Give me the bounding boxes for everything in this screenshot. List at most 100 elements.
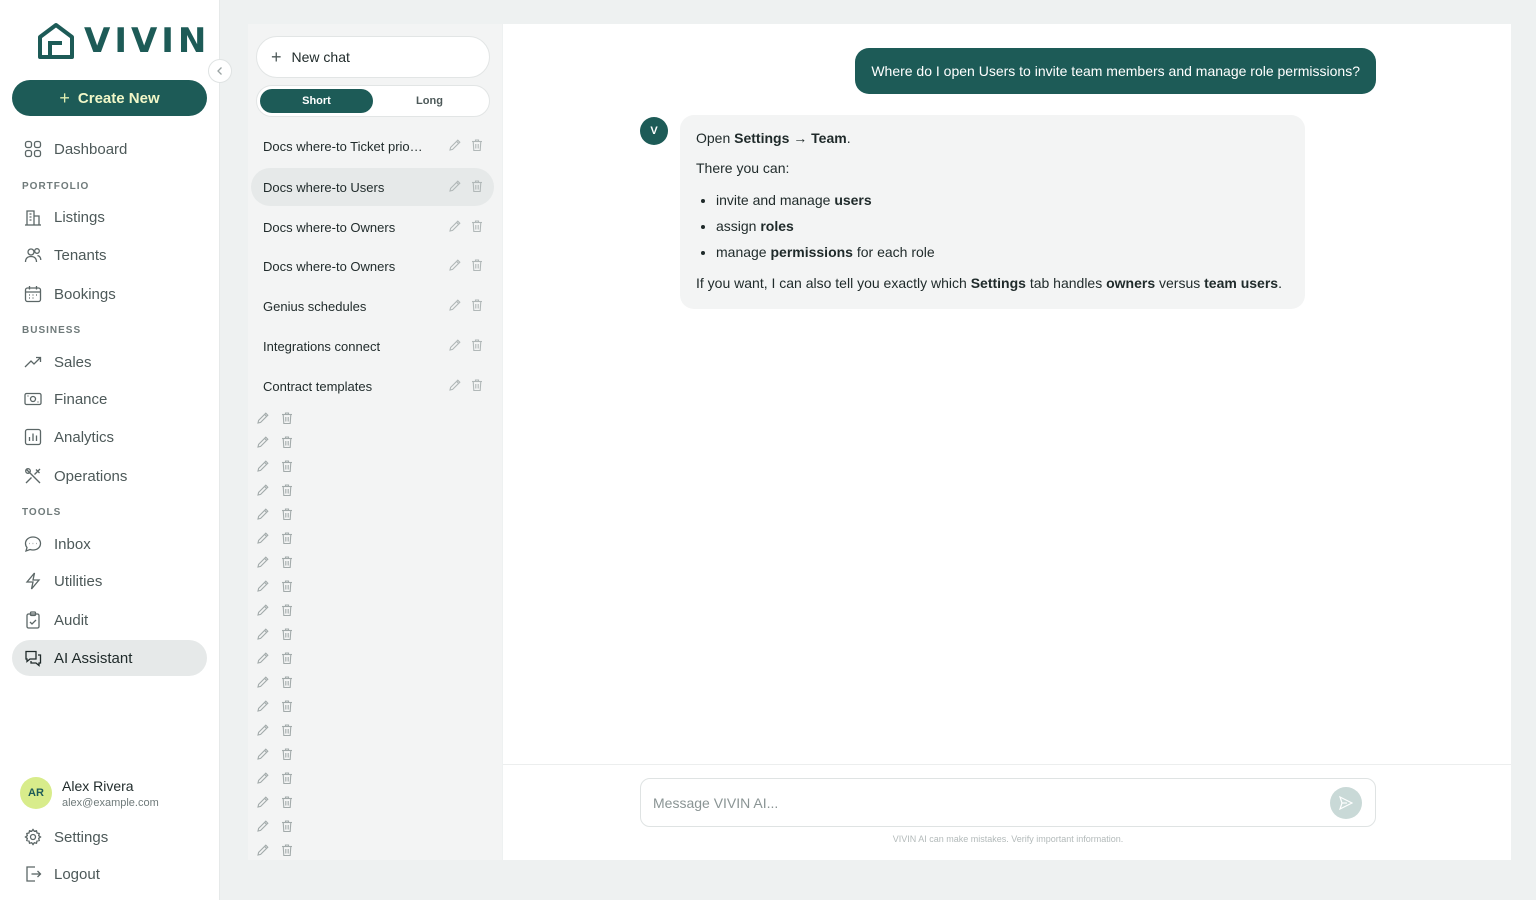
untitled-chat-actions xyxy=(256,411,294,425)
edit-icon[interactable] xyxy=(256,675,270,689)
chat-history-item[interactable]: Contract templates xyxy=(251,367,494,405)
message-input[interactable] xyxy=(653,794,1330,811)
sidebar-item-audit[interactable]: Audit xyxy=(12,602,207,638)
chat-item-actions xyxy=(448,378,484,392)
untitled-chat-actions xyxy=(256,507,294,521)
sidebar-item-sales[interactable]: Sales xyxy=(12,344,207,380)
new-chat-button[interactable]: + New chat xyxy=(256,36,490,78)
edit-icon[interactable] xyxy=(448,179,462,193)
edit-icon[interactable] xyxy=(256,747,270,761)
trash-icon[interactable] xyxy=(280,723,294,737)
untitled-chat-actions xyxy=(256,675,294,689)
collapse-sidebar-button[interactable] xyxy=(208,59,232,83)
edit-icon[interactable] xyxy=(256,555,270,569)
untitled-chat-actions xyxy=(256,555,294,569)
trash-icon[interactable] xyxy=(280,459,294,473)
sidebar-item-tenants[interactable]: Tenants xyxy=(12,237,207,273)
chat-history-item[interactable]: Docs where-to Users xyxy=(251,168,494,206)
trash-icon[interactable] xyxy=(470,378,484,392)
trash-icon[interactable] xyxy=(280,675,294,689)
edit-icon[interactable] xyxy=(256,531,270,545)
edit-icon[interactable] xyxy=(256,627,270,641)
trash-icon[interactable] xyxy=(280,771,294,785)
untitled-chat-actions xyxy=(256,483,294,497)
edit-icon[interactable] xyxy=(448,219,462,233)
edit-icon[interactable] xyxy=(256,579,270,593)
trash-icon[interactable] xyxy=(280,579,294,593)
edit-icon[interactable] xyxy=(256,411,270,425)
edit-icon[interactable] xyxy=(256,699,270,713)
trash-icon[interactable] xyxy=(280,555,294,569)
trash-icon[interactable] xyxy=(280,795,294,809)
sidebar-item-utilities[interactable]: Utilities xyxy=(12,563,207,599)
trash-icon[interactable] xyxy=(280,699,294,713)
edit-icon[interactable] xyxy=(256,459,270,473)
sidebar-item-analytics[interactable]: Analytics xyxy=(12,419,207,455)
chat-history-item[interactable]: Docs where-to Owners xyxy=(251,208,494,246)
create-new-button[interactable]: + Create New xyxy=(12,80,207,116)
trash-icon[interactable] xyxy=(470,258,484,272)
toggle-short[interactable]: Short xyxy=(260,89,373,113)
untitled-chat-actions xyxy=(256,699,294,713)
edit-icon[interactable] xyxy=(256,603,270,617)
trash-icon[interactable] xyxy=(280,843,294,857)
edit-icon[interactable] xyxy=(448,378,462,392)
trash-icon[interactable] xyxy=(280,435,294,449)
trash-icon[interactable] xyxy=(280,411,294,425)
edit-icon[interactable] xyxy=(256,723,270,737)
sidebar-item-operations[interactable]: Operations xyxy=(12,458,207,494)
edit-icon[interactable] xyxy=(256,483,270,497)
trash-icon[interactable] xyxy=(280,603,294,617)
chat-history-title: Docs where-to Owners xyxy=(263,258,396,274)
trash-icon[interactable] xyxy=(470,338,484,352)
trash-icon[interactable] xyxy=(280,627,294,641)
edit-icon[interactable] xyxy=(256,435,270,449)
user-profile[interactable]: AR Alex Rivera alex@example.com xyxy=(20,777,159,809)
trash-icon[interactable] xyxy=(280,483,294,497)
edit-icon[interactable] xyxy=(448,298,462,312)
trash-icon[interactable] xyxy=(280,747,294,761)
trash-icon[interactable] xyxy=(280,531,294,545)
building-icon xyxy=(25,210,41,226)
sidebar-item-label: Analytics xyxy=(54,428,115,446)
sidebar-item-ai-assistant[interactable]: AI Assistant xyxy=(12,640,207,676)
grid-icon xyxy=(24,140,42,158)
trash-icon[interactable] xyxy=(470,298,484,312)
trash-icon[interactable] xyxy=(280,507,294,521)
sidebar-item-logout[interactable]: Logout xyxy=(12,856,207,892)
sidebar-item-dashboard[interactable]: Dashboard xyxy=(12,131,207,167)
chevron-left-icon xyxy=(217,67,222,75)
trash-icon[interactable] xyxy=(470,138,484,152)
sidebar-item-inbox[interactable]: Inbox xyxy=(12,526,207,562)
send-icon xyxy=(1339,795,1353,810)
edit-icon[interactable] xyxy=(448,138,462,152)
chat-panel: Where do I open Users to invite team mem… xyxy=(503,24,1511,860)
chat-history-item[interactable]: Docs where-to Ticket prio… xyxy=(251,127,494,165)
edit-icon[interactable] xyxy=(256,843,270,857)
edit-icon[interactable] xyxy=(448,258,462,272)
sidebar-item-finance[interactable]: Finance xyxy=(12,381,207,417)
chat-history-item[interactable]: Docs where-to Owners xyxy=(251,247,494,285)
toggle-long[interactable]: Long xyxy=(373,89,486,113)
edit-icon[interactable] xyxy=(448,338,462,352)
sidebar-item-label: Settings xyxy=(54,828,109,846)
edit-icon[interactable] xyxy=(256,507,270,521)
user-name: Alex Rivera xyxy=(62,777,134,794)
edit-icon[interactable] xyxy=(256,771,270,785)
sidebar-item-bookings[interactable]: Bookings xyxy=(12,276,207,312)
untitled-chat-actions xyxy=(256,747,294,761)
edit-icon[interactable] xyxy=(256,651,270,665)
sidebar-item-listings[interactable]: Listings xyxy=(12,199,207,235)
logout-icon xyxy=(26,866,42,882)
trash-icon[interactable] xyxy=(470,219,484,233)
trash-icon[interactable] xyxy=(280,819,294,833)
trash-icon[interactable] xyxy=(280,651,294,665)
chat-history-item[interactable]: Integrations connect xyxy=(251,327,494,365)
chat-history-item[interactable]: Genius schedules xyxy=(251,287,494,325)
send-button[interactable] xyxy=(1330,786,1362,819)
brand-logo[interactable]: VIVIN xyxy=(36,20,210,62)
edit-icon[interactable] xyxy=(256,795,270,809)
trash-icon[interactable] xyxy=(470,179,484,193)
sidebar-item-settings[interactable]: Settings xyxy=(12,819,207,855)
edit-icon[interactable] xyxy=(256,819,270,833)
